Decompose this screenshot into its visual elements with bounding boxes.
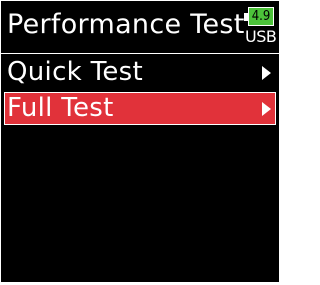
chevron-right-icon <box>262 102 271 116</box>
header-divider <box>1 53 279 54</box>
menu-item-quick-test[interactable]: Quick Test <box>1 56 279 89</box>
menu-item-label: Quick Test <box>7 57 143 87</box>
menu-list: Quick Test Full Test <box>1 56 279 128</box>
menu-item-full-test[interactable]: Full Test <box>4 92 276 125</box>
screen-header: Performance Test 4.9 USB <box>1 1 279 53</box>
battery-level: 4.9 <box>251 9 271 24</box>
menu-item-label: Full Test <box>7 93 114 123</box>
device-screen: Performance Test 4.9 USB Quick Test Full… <box>1 1 279 282</box>
power-source-label: USB <box>245 27 277 46</box>
battery-icon: 4.9 <box>248 7 274 26</box>
page-title: Performance Test <box>7 9 245 40</box>
chevron-right-icon <box>262 66 271 80</box>
power-status: 4.9 USB <box>241 7 277 49</box>
